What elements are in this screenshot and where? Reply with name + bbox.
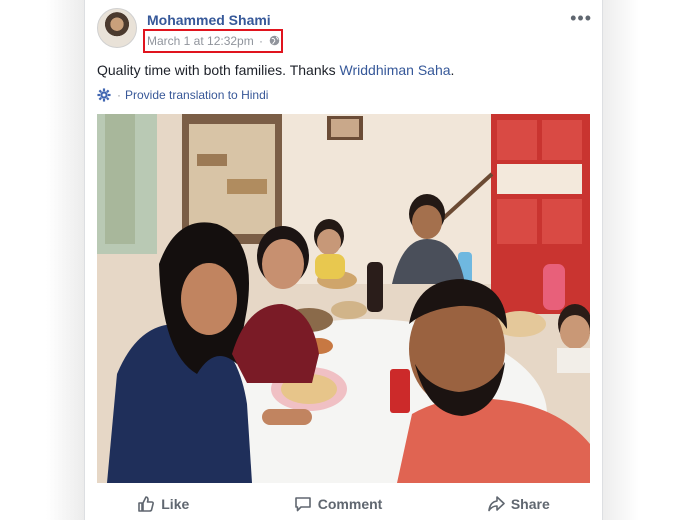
comment-icon [294, 497, 311, 512]
post-photo[interactable] [97, 114, 590, 483]
share-icon [488, 496, 505, 512]
author-name[interactable]: Mohammed Shami [147, 12, 271, 28]
action-bar: Like Comment Share [85, 489, 602, 519]
page-margin-right [601, 0, 685, 520]
globe-icon [269, 35, 280, 46]
gear-icon [97, 88, 111, 102]
comment-button[interactable]: Comment [294, 495, 383, 513]
translate-prefix: · [117, 88, 121, 102]
like-button[interactable]: Like [137, 495, 189, 513]
share-label: Share [510, 496, 550, 512]
thumbs-up-icon [138, 496, 155, 512]
mention-link[interactable]: Wriddhiman Saha [340, 62, 451, 78]
post-text: Quality time with both families. Thanks … [97, 62, 454, 78]
translate-link[interactable]: Provide translation to Hindi [125, 88, 268, 102]
comment-label: Comment [317, 496, 383, 512]
family-dinner-selfie-image [97, 114, 590, 483]
author-avatar[interactable] [97, 8, 137, 48]
meta-separator: · [259, 34, 263, 48]
post-card: Mohammed Shami March 1 at 12:32pm · ••• … [84, 0, 603, 520]
more-options-icon[interactable]: ••• [570, 8, 592, 29]
share-button[interactable]: Share [487, 495, 550, 513]
translate-row: · Provide translation to Hindi [97, 88, 268, 102]
post-text-end: . [450, 62, 455, 78]
post-text-body: Quality time with both families. Thanks [97, 62, 340, 78]
post-timestamp[interactable]: March 1 at 12:32pm [147, 34, 254, 48]
like-label: Like [161, 496, 190, 512]
page-margin-left [0, 0, 84, 520]
